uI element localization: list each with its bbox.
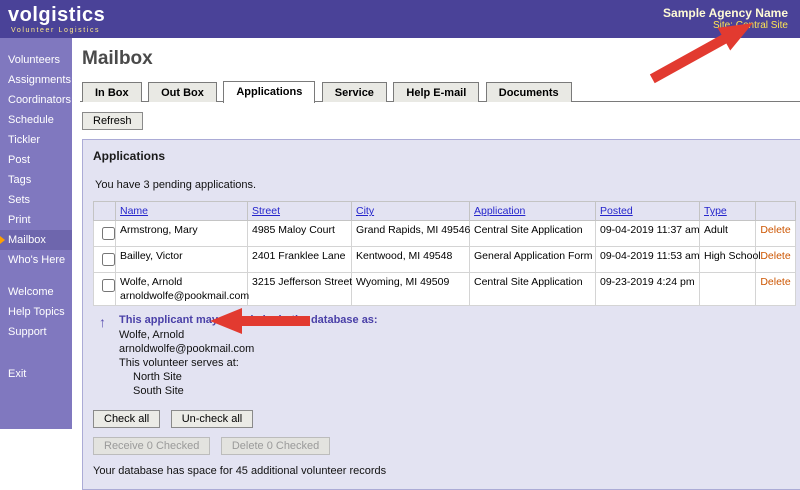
uncheck-all-button[interactable]: Un-check all [170,410,254,428]
cell-type: High School [699,246,761,273]
tab-in-box[interactable]: In Box [82,82,142,102]
table-header-row: Name Street City Application Posted Type [93,201,796,221]
sidebar-item-print[interactable]: Print [0,210,72,230]
sidebar-item-help-topics[interactable]: Help Topics [0,302,72,322]
cell-name: Bailley, Victor [115,246,248,273]
delete-link[interactable]: Delete [760,276,791,288]
cell-city: Grand Rapids, MI 49546 [351,220,470,247]
sidebar-item-volunteers[interactable]: Volunteers [0,50,72,70]
serves-site: South Site [133,385,184,397]
serves-site: North Site [133,371,182,383]
header-account-info: Sample Agency Name Site: Central Site [663,6,788,32]
row-checkbox[interactable] [102,279,115,292]
cell-street: 3215 Jefferson Street [247,272,352,306]
tab-service[interactable]: Service [321,82,387,102]
tab-out-box[interactable]: Out Box [148,82,217,102]
sidebar-item-tags[interactable]: Tags [0,170,72,190]
cell-posted: 09-04-2019 11:37 am [595,220,700,247]
panel-title: Applications [93,149,166,163]
check-all-button[interactable]: Check all [93,410,161,428]
applications-table: Name Street City Application Posted Type… [93,201,796,306]
applications-panel: Applications You have 3 pending applicat… [82,139,800,490]
duplicate-applicant-notice: ↑ This applicant may already be in the d… [97,314,796,397]
checkbox-column-header [93,201,116,221]
pending-count-text: You have 3 pending applications. [95,179,257,191]
cell-posted: 09-23-2019 4:24 pm [595,272,700,306]
sidebar-item-coordinators[interactable]: Coordinators [0,90,72,110]
delete-link[interactable]: Delete [760,224,791,236]
tab-help-email[interactable]: Help E-mail [393,82,480,102]
table-row: Bailley, Victor 2401 Franklee Lane Kentw… [93,246,796,273]
table-row: Wolfe, Arnold arnoldwolfe@pookmail.com 3… [93,272,796,306]
site-label: Site: Central Site [712,20,788,32]
cell-type [699,272,756,306]
sidebar-item-tickler[interactable]: Tickler [0,130,72,150]
cell-type: Adult [699,220,756,247]
sidebar: Volunteers Assignments Coordinators Sche… [0,38,72,429]
up-arrow-icon: ↑ [99,314,106,330]
delete-column-header [755,201,796,221]
cell-name: Wolfe, Arnold arnoldwolfe@pookmail.com [115,272,250,306]
sidebar-item-whos-here[interactable]: Who's Here [0,250,72,270]
column-header-type[interactable]: Type [704,205,727,217]
logo-text: volgistics [8,3,106,26]
row-checkbox[interactable] [102,253,115,266]
cell-posted: 09-04-2019 11:53 am [595,246,700,273]
column-header-name[interactable]: Name [120,205,148,217]
sidebar-item-exit[interactable]: Exit [0,364,72,384]
cell-name-text: Wolfe, Arnold [120,276,183,288]
row-checkbox[interactable] [102,227,115,240]
sidebar-item-welcome[interactable]: Welcome [0,282,72,302]
sidebar-item-post[interactable]: Post [0,150,72,170]
column-header-street[interactable]: Street [252,205,280,217]
serves-at-label: This volunteer serves at: [119,357,239,369]
column-header-posted[interactable]: Posted [600,205,633,217]
refresh-button[interactable]: Refresh [82,112,143,130]
page-title: Mailbox [82,48,153,69]
logo-tagline: Volunteer Logistics [11,26,101,34]
cell-name: Armstrong, Mary [115,220,248,247]
cell-street: 2401 Franklee Lane [247,246,352,273]
column-header-application[interactable]: Application [474,205,525,217]
cell-city: Wyoming, MI 49509 [351,272,470,306]
agency-name: Sample Agency Name [663,5,788,20]
delete-checked-button: Delete 0 Checked [220,437,331,455]
main-content: Mailbox In Box Out Box Applications Serv… [72,38,800,490]
sidebar-item-support[interactable]: Support [0,322,72,342]
duplicate-name: Wolfe, Arnold [119,329,185,341]
top-header-bar: volgistics Volunteer Logistics Sample Ag… [0,0,800,38]
database-capacity-text: Your database has space for 45 additiona… [93,465,387,477]
sidebar-item-mailbox[interactable]: Mailbox [0,230,72,250]
duplicate-notice-heading: This applicant may already be in the dat… [119,314,378,326]
tab-documents[interactable]: Documents [485,82,572,102]
cell-email-text: arnoldwolfe@pookmail.com [120,290,250,302]
duplicate-email: arnoldwolfe@pookmail.com [119,343,255,355]
cell-street: 4985 Maloy Court [247,220,352,247]
volgistics-logo: volgistics Volunteer Logistics [8,5,105,34]
tab-bar: In Box Out Box Applications Service Help… [80,80,800,103]
table-row: Armstrong, Mary 4985 Maloy Court Grand R… [93,220,796,247]
sidebar-item-sets[interactable]: Sets [0,190,72,210]
sidebar-item-assignments[interactable]: Assignments [0,70,72,90]
cell-city: Kentwood, MI 49548 [351,246,470,273]
column-header-city[interactable]: City [356,205,374,217]
delete-link[interactable]: Delete [760,250,791,262]
cell-application: Central Site Application [469,220,596,247]
sidebar-item-schedule[interactable]: Schedule [0,110,72,130]
cell-application: Central Site Application [469,272,596,306]
cell-application: General Application Form [469,246,596,273]
tab-applications[interactable]: Applications [223,81,316,103]
receive-checked-button: Receive 0 Checked [93,437,211,455]
